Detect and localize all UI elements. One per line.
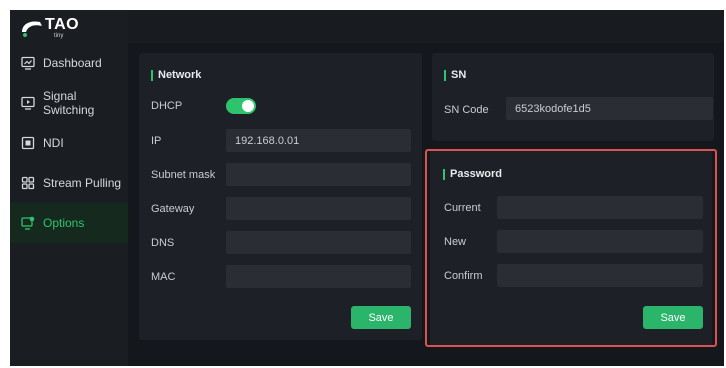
new-password-label: New [444, 236, 467, 248]
current-password-input[interactable] [497, 196, 703, 219]
sn-card-title: SN [444, 69, 466, 81]
sidebar-item-stream-pulling[interactable]: Stream Pulling [10, 163, 128, 203]
dns-input[interactable] [226, 231, 411, 254]
brand-logo: TAO tiny [20, 16, 100, 44]
dhcp-toggle[interactable] [226, 98, 256, 114]
mac-input[interactable] [226, 265, 411, 288]
sidebar-item-label: Stream Pulling [43, 176, 122, 190]
current-password-label: Current [444, 202, 481, 214]
network-title-text: Network [158, 69, 202, 81]
ndi-icon [21, 136, 35, 150]
sidebar: TAO tiny Dashboard Signal Switching NDI [10, 10, 128, 366]
app-window: TAO tiny Dashboard Signal Switching NDI [10, 10, 724, 366]
sidebar-item-label: NDI [43, 136, 64, 150]
network-card-title: Network [151, 69, 201, 81]
sidebar-item-label: Signal Switching [43, 89, 95, 117]
dashboard-icon [21, 56, 35, 70]
sn-title-text: SN [451, 69, 467, 81]
mac-label: MAC [151, 271, 176, 283]
settings-screen-icon [21, 216, 35, 230]
sidebar-item-options[interactable]: Options [10, 203, 128, 243]
brand-subtitle: tiny [54, 33, 64, 39]
ip-input[interactable] [226, 129, 411, 152]
title-accent-bar [151, 69, 153, 81]
title-accent-bar [443, 168, 445, 180]
top-bar [128, 10, 724, 43]
subnet-mask-input[interactable] [226, 163, 411, 186]
gateway-input[interactable] [226, 197, 411, 220]
monitor-play-icon [21, 96, 35, 110]
gateway-label: Gateway [151, 203, 195, 215]
password-save-button[interactable]: Save [643, 306, 703, 329]
new-password-input[interactable] [497, 230, 703, 253]
confirm-password-input[interactable] [497, 264, 703, 287]
grid-icon [21, 176, 35, 190]
password-card-title: Password [443, 168, 502, 180]
title-accent-bar [444, 69, 446, 81]
confirm-password-label: Confirm [444, 270, 483, 282]
password-card: Password Current New Confirm Save [430, 150, 712, 346]
sidebar-item-signal-switching[interactable]: Signal Switching [10, 83, 128, 123]
brand-name: TAO [45, 16, 80, 33]
sn-code-label: SN Code [444, 104, 489, 116]
ip-label: IP [151, 135, 162, 147]
sidebar-item-dashboard[interactable]: Dashboard [10, 43, 128, 83]
sidebar-item-label: Options [43, 216, 85, 230]
tao-logo-icon [22, 21, 42, 37]
sn-card: SN SN Code [432, 53, 714, 141]
sidebar-item-label: Dashboard [43, 56, 102, 70]
toggle-knob [242, 100, 254, 112]
dhcp-label: DHCP [151, 100, 183, 112]
password-title-text: Password [450, 168, 502, 180]
dns-label: DNS [151, 237, 175, 249]
sidebar-item-ndi[interactable]: NDI [10, 123, 128, 163]
network-save-button[interactable]: Save [351, 306, 411, 329]
sn-code-input[interactable] [506, 97, 713, 120]
network-card: Network DHCP IP Subnet mask Gateway DNS … [139, 53, 422, 340]
subnet-mask-label: Subnet mask [151, 169, 216, 181]
